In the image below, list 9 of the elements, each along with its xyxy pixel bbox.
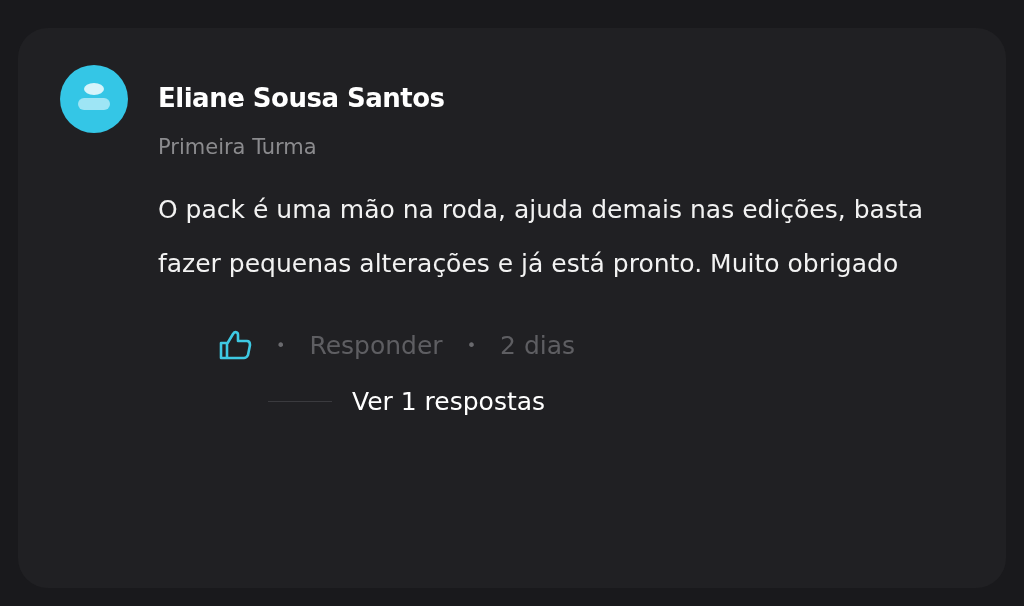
separator-dot: • bbox=[276, 335, 286, 355]
avatar-icon bbox=[60, 65, 128, 133]
thumbs-up-icon[interactable] bbox=[218, 329, 252, 361]
comment-text: O pack é uma mão na roda, ajuda demais nas edições, basta fazer pequenas alterações e já está pronto. Muito obrigado bbox=[158, 194, 924, 280]
author-name: Eliane Sousa Santos bbox=[158, 83, 445, 113]
author-group: Primeira Turma bbox=[158, 135, 445, 159]
view-replies-link[interactable]: Ver 1 respostas bbox=[352, 387, 546, 416]
time-ago: 2 dias bbox=[500, 330, 576, 360]
separator-dot: • bbox=[466, 335, 477, 355]
